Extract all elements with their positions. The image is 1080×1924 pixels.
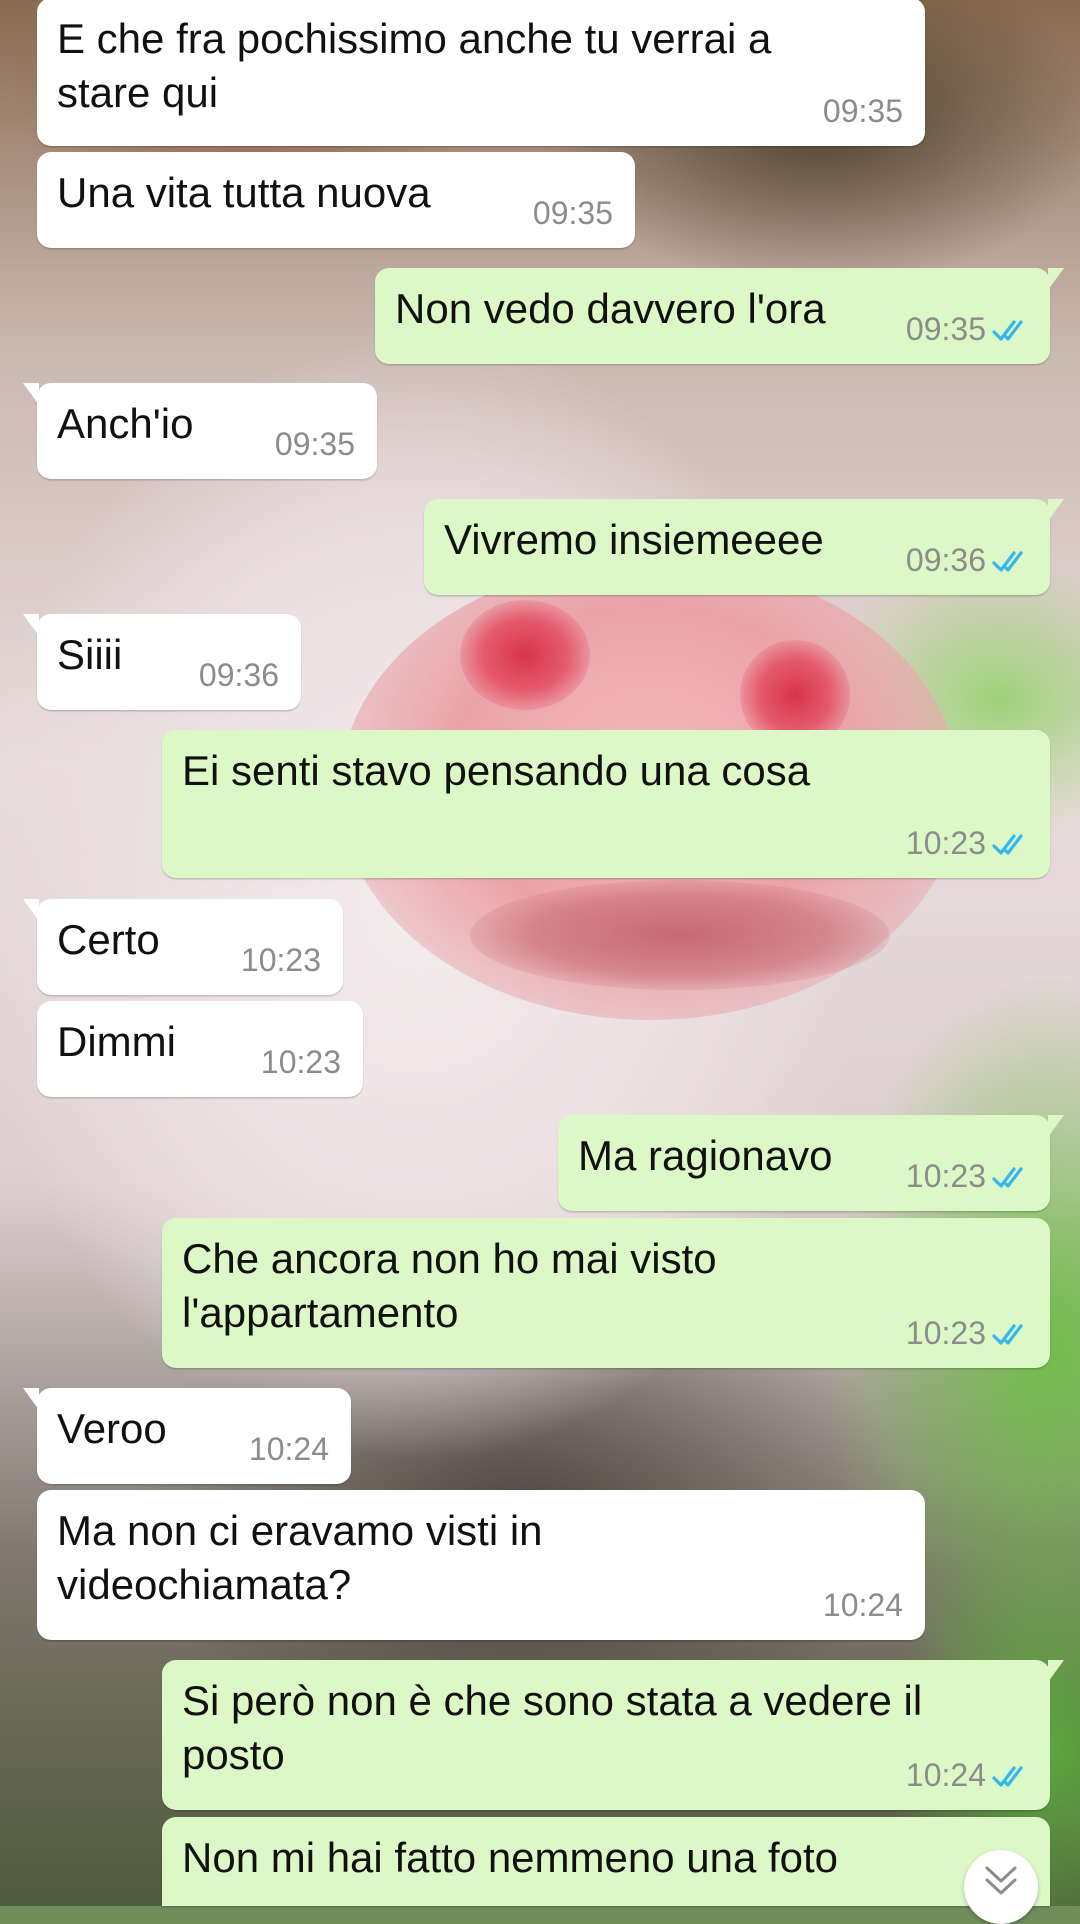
double-check-icon (992, 550, 1023, 572)
outgoing-message[interactable]: Si però non è che sono stata a vedere il… (162, 1660, 1064, 1810)
message-time: 09:35 (905, 311, 986, 347)
incoming-message[interactable]: Anch'io 09:35 (23, 383, 377, 479)
message-time: 10:23 (260, 1044, 341, 1080)
message-time: 09:35 (274, 426, 355, 462)
message-time: 10:23 (905, 825, 986, 861)
message-time: 10:23 (240, 942, 321, 978)
message-text: E che fra pochissimo anche tu verrai a s… (57, 15, 784, 116)
incoming-message[interactable]: Veroo 10:24 (23, 1388, 351, 1484)
double-check-icon (992, 1765, 1023, 1787)
incoming-message[interactable]: E che fra pochissimo anche tu verrai a s… (37, 0, 925, 146)
incoming-message[interactable]: Una vita tutta nuova 09:35 (37, 152, 635, 248)
message-text: Ma non ci eravamo visti in videochiamata… (57, 1507, 555, 1608)
message-time: 10:23 (905, 1158, 986, 1194)
outgoing-message[interactable]: Non mi hai fatto nemmeno una foto (162, 1817, 1050, 1906)
message-time: 10:24 (822, 1587, 903, 1623)
message-text: Non mi hai fatto nemmeno una foto (182, 1834, 839, 1881)
double-check-icon (992, 1166, 1023, 1188)
double-check-icon (992, 319, 1023, 341)
message-time: 10:24 (248, 1431, 329, 1467)
outgoing-message[interactable]: Vivremo insiemeeee 09:36 (424, 499, 1064, 595)
incoming-message[interactable]: Ma non ci eravamo visti in videochiamata… (37, 1490, 925, 1640)
outgoing-message[interactable]: Non vedo davvero l'ora 09:35 (375, 268, 1064, 364)
message-list[interactable]: E che fra pochissimo anche tu verrai a s… (0, 0, 1080, 1924)
message-time: 09:36 (198, 657, 279, 693)
message-text: Una vita tutta nuova (57, 169, 431, 216)
outgoing-message[interactable]: Ma ragionavo 10:23 (558, 1115, 1064, 1211)
double-check-icon (992, 833, 1023, 855)
chevron-down-icon (985, 1866, 1017, 1895)
message-text: Ei senti stavo pensando una cosa (182, 747, 811, 794)
outgoing-message[interactable]: Ei senti stavo pensando una cosa 10:23 (162, 730, 1050, 878)
message-time: 09:35 (822, 93, 903, 129)
message-text: Che ancora non ho mai visto l'appartamen… (182, 1235, 729, 1336)
double-check-icon (992, 1323, 1023, 1345)
message-time: 10:24 (905, 1757, 986, 1793)
message-time: 10:23 (905, 1315, 986, 1351)
message-time: 09:35 (532, 195, 613, 231)
incoming-message[interactable]: Siiii 09:36 (23, 614, 301, 710)
incoming-message[interactable]: Certo 10:23 (23, 899, 343, 995)
message-text: Si però non è che sono stata a vedere il… (182, 1677, 934, 1778)
outgoing-message[interactable]: Che ancora non ho mai visto l'appartamen… (162, 1218, 1050, 1368)
incoming-message[interactable]: Dimmi 10:23 (37, 1001, 363, 1097)
message-time: 09:36 (905, 542, 986, 578)
scroll-to-bottom-button[interactable] (964, 1850, 1038, 1924)
